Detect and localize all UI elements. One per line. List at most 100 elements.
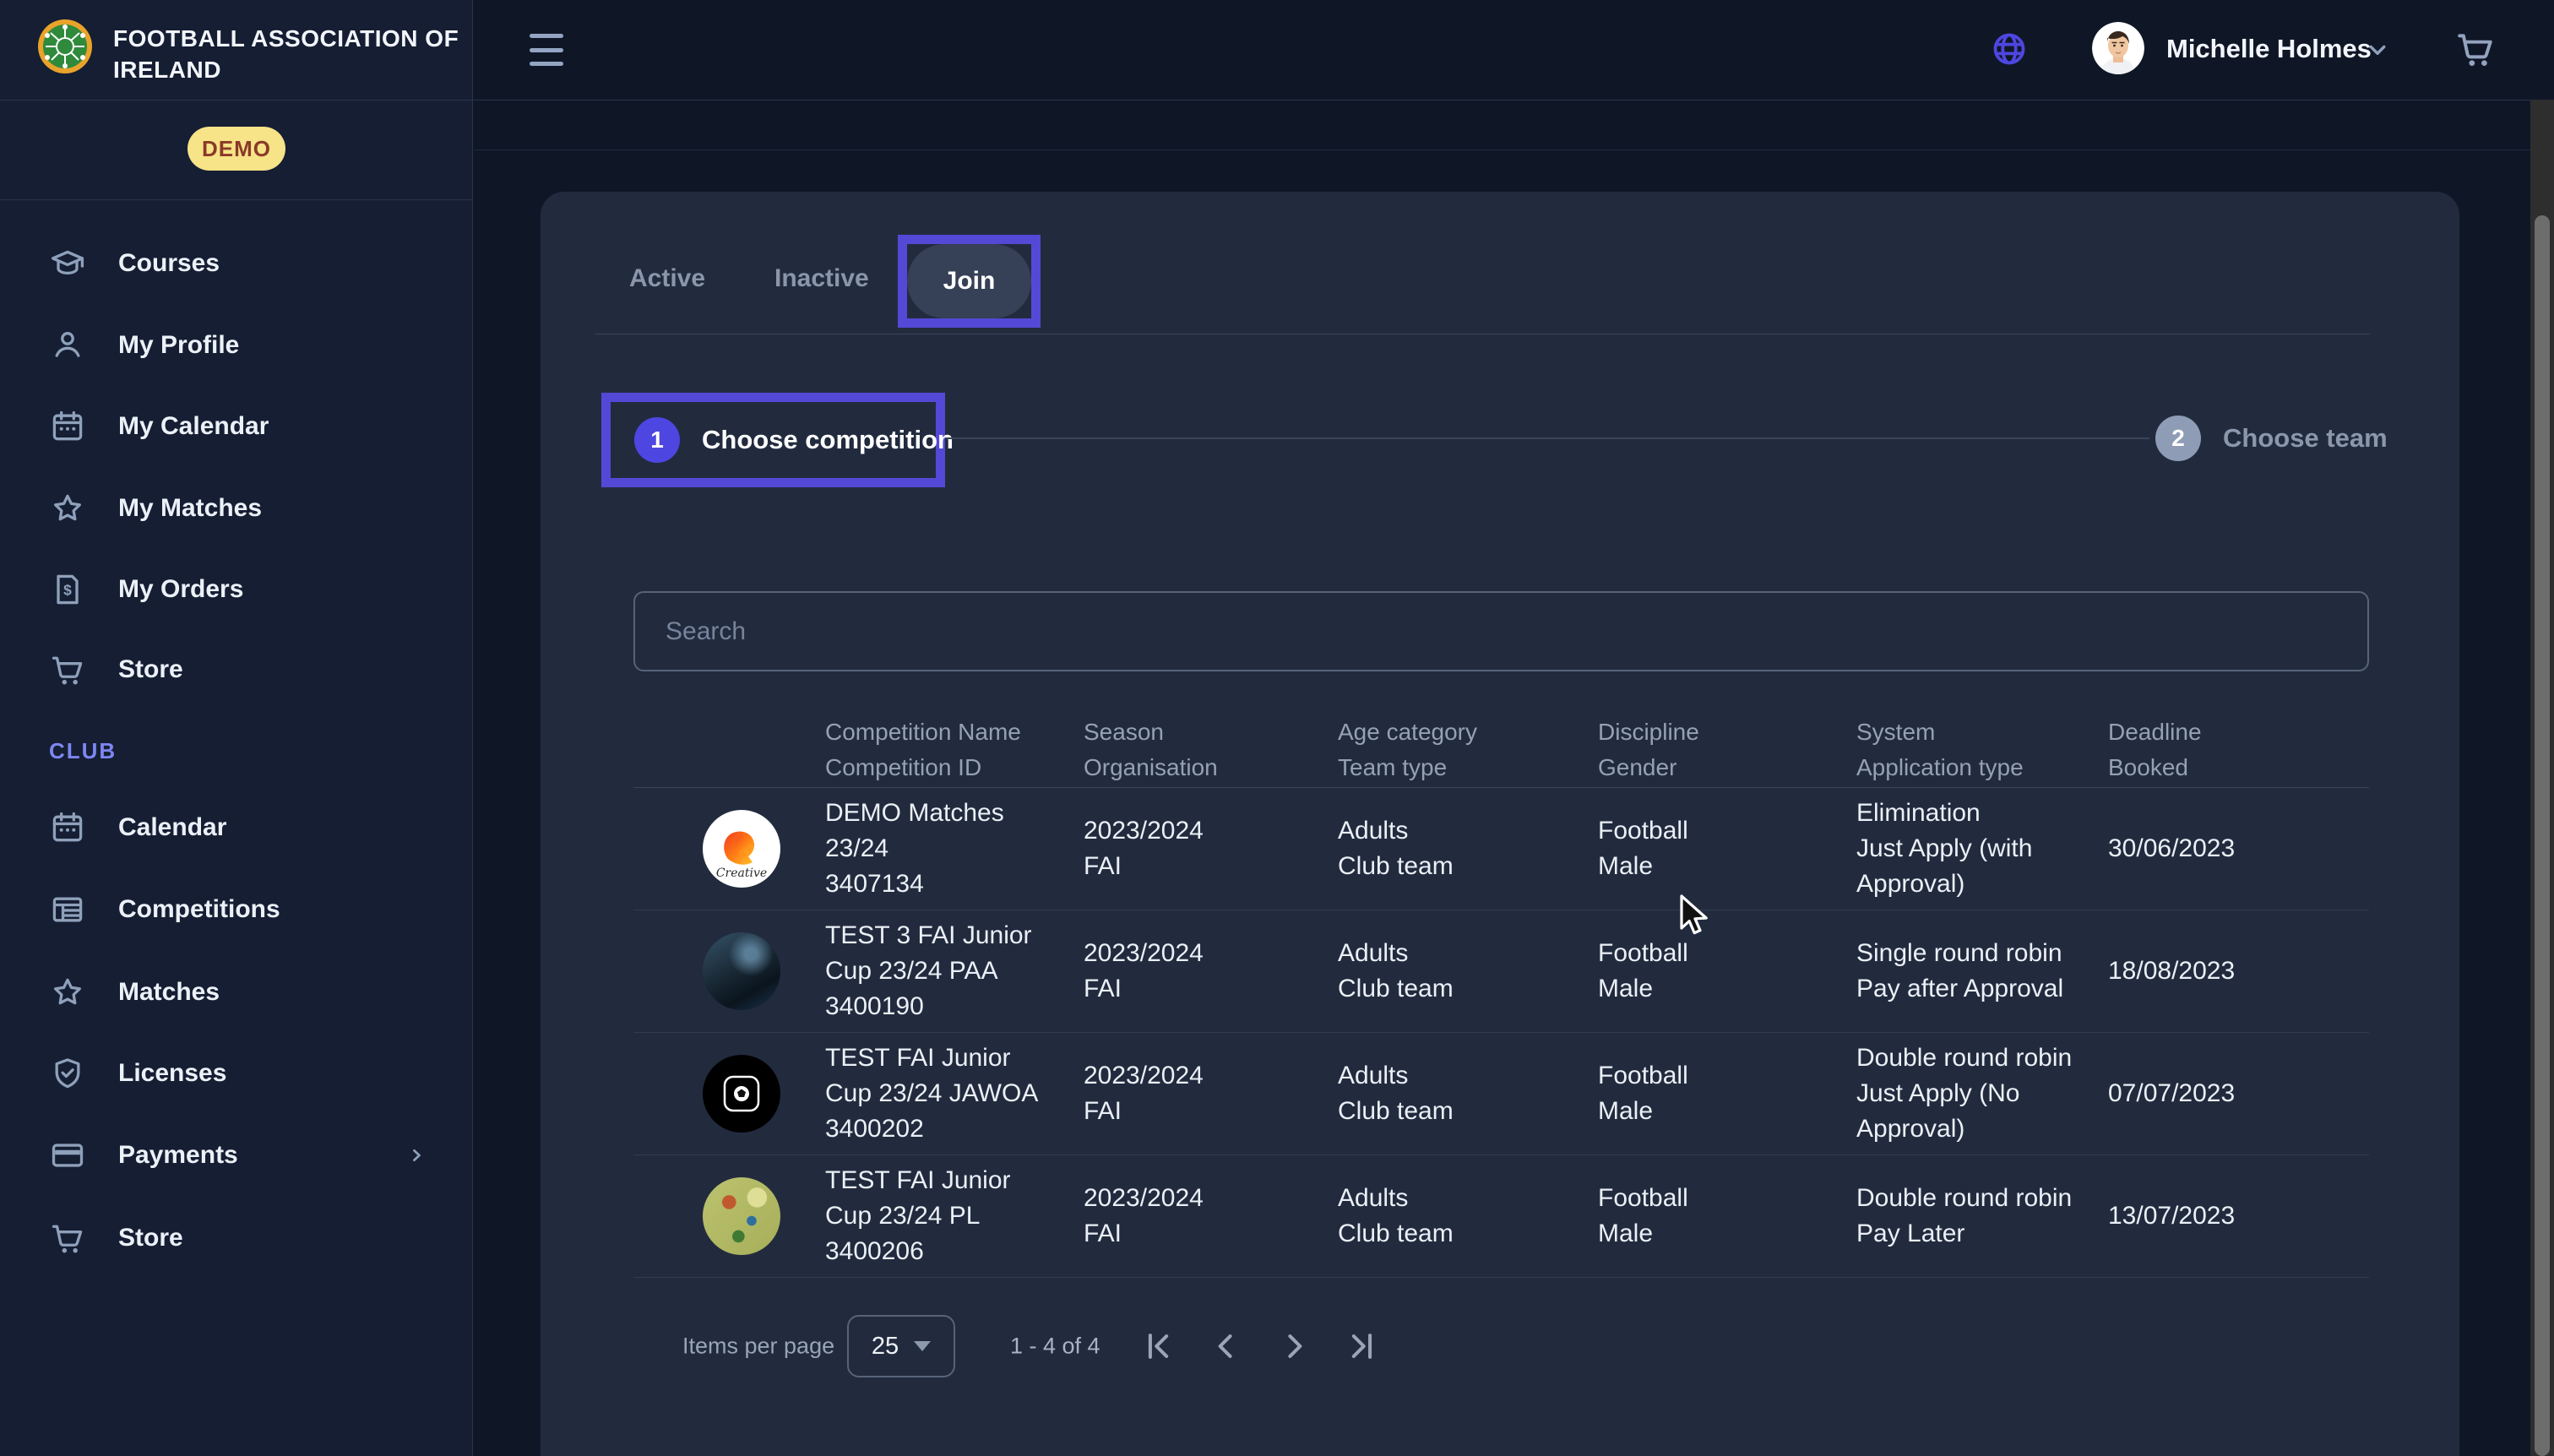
sidebar-divider: [0, 199, 473, 200]
sidebar-item-my-profile[interactable]: My Profile: [0, 305, 473, 386]
step-choose-team[interactable]: 2 Choose team: [2155, 416, 2388, 461]
user-name[interactable]: Michelle Holmes: [2166, 34, 2372, 64]
sidebar-item-licenses[interactable]: Licenses: [0, 1033, 473, 1114]
search-input[interactable]: [664, 617, 2339, 647]
stepper-connector: [945, 437, 2149, 439]
team-type: Club team: [1338, 1216, 1454, 1252]
system: Double round robin: [1856, 1181, 2111, 1216]
system: Double round robin: [1856, 1040, 2111, 1076]
tab-inactive[interactable]: Inactive: [774, 264, 869, 293]
season: 2023/2024: [1084, 1058, 1204, 1094]
age-category: Adults: [1338, 1058, 1454, 1094]
discipline: Football: [1598, 1181, 1688, 1216]
season: 2023/2024: [1084, 1181, 1204, 1216]
sidebar-item-store[interactable]: Store: [0, 629, 473, 710]
step-choose-competition-highlight-box[interactable]: 1 Choose competition: [601, 393, 945, 487]
first-page-button[interactable]: [1140, 1328, 1177, 1365]
mouse-cursor: [1676, 894, 1714, 941]
cart-icon: [49, 1220, 86, 1257]
organisation: FAI: [1084, 1094, 1204, 1129]
app-root: FOOTBALL ASSOCIATION OF IRELAND DEMO Cou…: [0, 0, 2554, 1456]
team-type: Club team: [1338, 849, 1454, 884]
credit-card-icon: [49, 1137, 86, 1174]
system: Elimination: [1856, 796, 2111, 831]
gender: Male: [1598, 1216, 1688, 1252]
sidebar-item-my-calendar[interactable]: My Calendar: [0, 386, 473, 467]
application-type: Pay after Approval: [1856, 971, 2111, 1007]
competition-logo: Creative: [703, 810, 780, 888]
language-globe-icon[interactable]: [1990, 30, 2029, 68]
logo-script-text: Creative: [716, 867, 767, 880]
page-range-label: 1 - 4 of 4: [1010, 1334, 1100, 1360]
team-type: Club team: [1338, 971, 1454, 1007]
items-per-page-label: Items per page: [682, 1334, 834, 1360]
cart-icon[interactable]: [2454, 28, 2497, 70]
sidebar-section-club: CLUB: [49, 738, 117, 764]
competition-name: TEST FAI Junior Cup 23/24 JAWOA: [825, 1040, 1055, 1111]
content-panel: Active Inactive Join 1 Choose competitio…: [541, 192, 2459, 1456]
sidebar-item-label: Competitions: [118, 895, 280, 924]
topbar-divider: [0, 100, 2530, 101]
search-field: [633, 591, 2369, 671]
competition-logo: [703, 932, 780, 1010]
table-row[interactable]: TEST FAI Junior Cup 23/24 PL 3400206 202…: [633, 1155, 2369, 1278]
discipline: Football: [1598, 813, 1688, 849]
menu-toggle-icon[interactable]: [530, 34, 563, 66]
brand-title: FOOTBALL ASSOCIATION OF IRELAND: [113, 19, 459, 85]
sidebar-item-competitions[interactable]: Competitions: [0, 869, 473, 950]
sidebar-item-club-store[interactable]: Store: [0, 1198, 473, 1279]
gender: Male: [1598, 971, 1688, 1007]
season: 2023/2024: [1084, 936, 1204, 971]
brand[interactable]: FOOTBALL ASSOCIATION OF IRELAND: [37, 19, 459, 85]
gender: Male: [1598, 1094, 1688, 1129]
shield-check-icon: [49, 1055, 86, 1092]
sidebar-item-my-matches[interactable]: My Matches: [0, 468, 473, 549]
person-icon: [49, 327, 86, 364]
star-icon: [49, 490, 86, 527]
step-2-badge: 2: [2155, 416, 2201, 461]
competition-name: TEST FAI Junior Cup 23/24 PL: [825, 1163, 1055, 1234]
age-category: Adults: [1338, 1181, 1454, 1216]
competition-id: 3400202: [825, 1111, 1055, 1147]
table-row[interactable]: TEST 3 FAI Junior Cup 23/24 PAA 3400190 …: [633, 910, 2369, 1033]
sidebar-item-my-orders[interactable]: $ My Orders: [0, 549, 473, 630]
competition-logo: [703, 1055, 780, 1133]
age-category: Adults: [1338, 813, 1454, 849]
page-size-select[interactable]: 25: [847, 1315, 955, 1377]
organisation: FAI: [1084, 849, 1204, 884]
competition-name: DEMO Matches 23/24: [825, 796, 1055, 867]
star-icon: [49, 974, 86, 1011]
demo-badge: DEMO: [187, 127, 285, 171]
table-row[interactable]: Creative DEMO Matches 23/24 3407134 2023…: [633, 788, 2369, 910]
sidebar-item-club-matches[interactable]: Matches: [0, 952, 473, 1033]
cart-icon: [49, 651, 86, 688]
col-season: SeasonOrganisation: [1084, 714, 1218, 785]
sidebar-item-label: My Profile: [118, 331, 239, 360]
sidebar-item-courses[interactable]: Courses: [0, 223, 473, 304]
discipline: Football: [1598, 936, 1688, 971]
last-page-button[interactable]: [1343, 1328, 1380, 1365]
table-row[interactable]: TEST FAI Junior Cup 23/24 JAWOA 3400202 …: [633, 1033, 2369, 1155]
tab-join[interactable]: Join: [907, 244, 1031, 318]
organisation: FAI: [1084, 971, 1204, 1007]
receipt-icon: $: [49, 571, 86, 608]
scrollbar-track[interactable]: [2530, 100, 2554, 1456]
deadline: 13/07/2023: [2108, 1198, 2235, 1234]
tab-active[interactable]: Active: [629, 264, 705, 293]
col-age: Age categoryTeam type: [1338, 714, 1477, 785]
next-page-button[interactable]: [1275, 1328, 1312, 1365]
chevron-down-icon[interactable]: [2363, 35, 2392, 64]
previous-page-button[interactable]: [1208, 1328, 1245, 1365]
age-category: Adults: [1338, 936, 1454, 971]
deadline: 07/07/2023: [2108, 1076, 2235, 1111]
scrollbar-thumb[interactable]: [2535, 215, 2550, 1456]
system: Single round robin: [1856, 936, 2111, 971]
sidebar-item-payments[interactable]: Payments: [0, 1115, 473, 1196]
competitions-table: Competition NameCompetition ID SeasonOrg…: [633, 711, 2369, 1278]
sidebar-item-label: Payments: [118, 1141, 238, 1170]
discipline: Football: [1598, 1058, 1688, 1094]
sidebar-item-label: Courses: [118, 249, 220, 278]
sidebar-item-club-calendar[interactable]: Calendar: [0, 787, 473, 868]
application-type: Just Apply (with Approval): [1856, 831, 2111, 902]
user-avatar[interactable]: [2092, 22, 2144, 74]
